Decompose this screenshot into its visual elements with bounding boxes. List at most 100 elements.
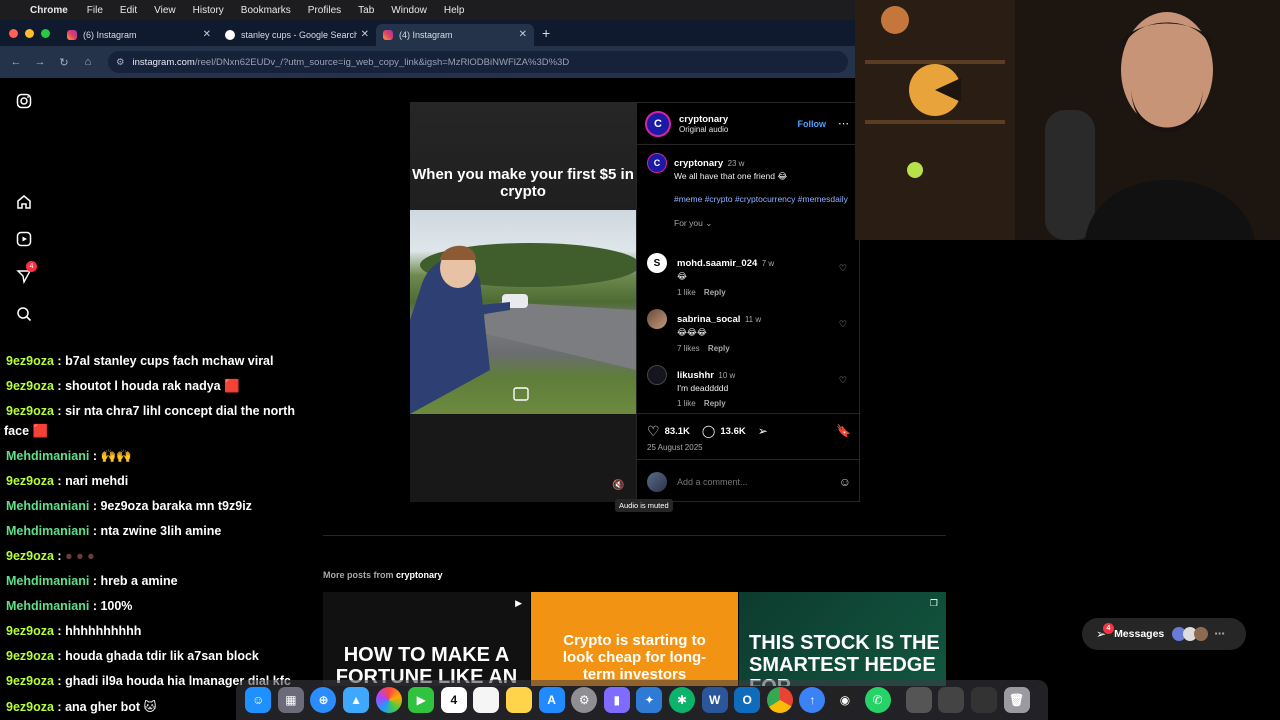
close-window-button[interactable] bbox=[9, 28, 18, 38]
chrome-icon[interactable] bbox=[766, 687, 793, 713]
app-icon[interactable]: ✱ bbox=[669, 687, 696, 713]
close-tab-icon[interactable]: ✕ bbox=[361, 29, 369, 40]
more-post-thumb[interactable]: ▶ HOW TO MAKE A FORTUNE LIKE AN EXCHANGE bbox=[323, 592, 530, 686]
back-icon[interactable]: ← bbox=[4, 56, 28, 68]
recent-window-icon[interactable] bbox=[938, 687, 965, 713]
calendar-icon[interactable]: 4 bbox=[440, 687, 467, 713]
tab-instagram-1[interactable]: (6) Instagram ✕ bbox=[60, 24, 218, 46]
notes-icon[interactable] bbox=[506, 687, 533, 713]
tab-instagram-active[interactable]: (4) Instagram ✕ bbox=[376, 23, 534, 46]
search-nav-icon[interactable] bbox=[14, 304, 34, 324]
commenter-username[interactable]: mohd.saamir_024 bbox=[677, 258, 757, 269]
direct-messages-nav-icon[interactable]: 4 bbox=[14, 261, 37, 286]
reminders-icon[interactable] bbox=[473, 687, 500, 713]
obs-icon[interactable]: ◉ bbox=[831, 687, 858, 713]
chat-username: 9ez9oza bbox=[6, 474, 54, 488]
author-username[interactable]: cryptonary bbox=[679, 114, 728, 125]
messages-button[interactable]: ➢ 4 Messages ⋯ bbox=[1082, 618, 1246, 650]
app-icon[interactable]: ↑ bbox=[799, 687, 826, 713]
site-info-icon[interactable]: ⚙ bbox=[116, 57, 125, 68]
menu-window[interactable]: Window bbox=[391, 5, 427, 16]
mute-icon[interactable]: 🔇 bbox=[612, 480, 624, 491]
comment-like-icon[interactable]: ♡ bbox=[839, 375, 847, 386]
comment-likes: 7 likes bbox=[677, 344, 700, 353]
whatsapp-icon[interactable]: ✆ bbox=[864, 687, 891, 713]
comment-like-icon[interactable]: ♡ bbox=[839, 319, 847, 330]
menu-edit[interactable]: Edit bbox=[120, 5, 137, 16]
photos-icon[interactable] bbox=[375, 687, 402, 713]
post-panel: C cryptonary Original audio Follow ⋯ C c… bbox=[636, 102, 860, 502]
forward-icon[interactable]: → bbox=[28, 56, 52, 68]
comment-sort-dropdown[interactable]: For you ⌄ bbox=[674, 218, 849, 229]
facetime-icon[interactable]: ▶ bbox=[408, 687, 435, 713]
menu-app-name[interactable]: Chrome bbox=[30, 5, 68, 16]
safari-icon[interactable]: ⊕ bbox=[310, 687, 337, 713]
trash-icon[interactable]: 🗑 bbox=[1003, 687, 1030, 713]
commenter-avatar[interactable] bbox=[647, 309, 667, 329]
maximize-window-button[interactable] bbox=[41, 28, 50, 38]
like-count[interactable]: 83.1K bbox=[665, 426, 690, 437]
author-avatar[interactable]: C bbox=[645, 110, 671, 137]
chat-message: 9ez9oza : shoutot l houda rak nadya 🟥 bbox=[6, 379, 240, 393]
maps-icon[interactable]: ▲ bbox=[343, 687, 370, 713]
menu-history[interactable]: History bbox=[193, 5, 224, 16]
emoji-icon[interactable]: ☺ bbox=[839, 475, 851, 489]
menu-file[interactable]: File bbox=[87, 5, 103, 16]
word-icon[interactable]: W bbox=[701, 687, 728, 713]
chat-text: 100% bbox=[100, 599, 133, 613]
system-settings-icon[interactable]: ⚙ bbox=[571, 687, 598, 713]
tab-google-search[interactable]: stanley cups - Google Search ✕ bbox=[218, 24, 376, 46]
save-icon[interactable]: 🔖 bbox=[836, 424, 851, 438]
chat-username: Mehdimaniani bbox=[6, 599, 90, 613]
tab-title: (4) Instagram bbox=[399, 29, 453, 40]
reply-button[interactable]: Reply bbox=[708, 344, 730, 353]
more-options-icon[interactable]: ⋯ bbox=[838, 117, 849, 130]
recent-window-icon[interactable] bbox=[905, 687, 932, 713]
reels-nav-icon[interactable] bbox=[14, 229, 34, 249]
commenter-username[interactable]: sabrina_socal bbox=[677, 314, 740, 325]
outlook-icon[interactable]: O bbox=[734, 687, 761, 713]
menu-help[interactable]: Help bbox=[444, 5, 465, 16]
instagram-logo-icon[interactable] bbox=[14, 91, 34, 111]
home-nav-icon[interactable] bbox=[14, 192, 34, 212]
like-icon[interactable]: ♡ bbox=[647, 423, 660, 440]
more-post-thumb[interactable]: Crypto is starting to look cheap for lon… bbox=[531, 592, 738, 686]
reload-icon[interactable]: ↻ bbox=[52, 56, 76, 69]
follow-button[interactable]: Follow bbox=[798, 119, 827, 129]
reel-video[interactable]: When you make your first $5 in crypto 🔇 bbox=[410, 102, 636, 502]
caption-hashtags[interactable]: #meme #crypto #cryptocurrency #memesdail… bbox=[674, 194, 849, 204]
menu-view[interactable]: View bbox=[154, 5, 176, 16]
finder-icon[interactable]: ☺ bbox=[245, 687, 272, 713]
comment-count[interactable]: 13.6K bbox=[720, 426, 745, 437]
recent-window-icon[interactable] bbox=[971, 687, 998, 713]
home-icon[interactable]: ⌂ bbox=[76, 56, 100, 68]
more-post-thumb[interactable]: ❐ THIS STOCK IS THE SMARTEST HEDGE FOR bbox=[739, 592, 946, 686]
more-posts-author[interactable]: cryptonary bbox=[396, 570, 443, 580]
app-icon[interactable]: ✦ bbox=[636, 687, 663, 713]
menu-tab[interactable]: Tab bbox=[358, 5, 374, 16]
messages-icon: ➢ 4 bbox=[1096, 623, 1114, 641]
caption-username[interactable]: cryptonary bbox=[674, 158, 723, 169]
comment-like-icon[interactable]: ♡ bbox=[839, 263, 847, 274]
close-tab-icon[interactable]: ✕ bbox=[519, 29, 527, 40]
reply-button[interactable]: Reply bbox=[704, 399, 726, 408]
launchpad-icon[interactable]: ▦ bbox=[277, 687, 304, 713]
commenter-avatar[interactable]: S bbox=[647, 253, 667, 273]
share-icon[interactable]: ➢ bbox=[758, 424, 768, 438]
commenter-avatar[interactable] bbox=[647, 365, 667, 385]
chat-username: 9ez9oza bbox=[6, 354, 54, 368]
comment-icon[interactable]: ◯ bbox=[702, 424, 715, 438]
menu-profiles[interactable]: Profiles bbox=[308, 5, 341, 16]
caption-avatar[interactable]: C bbox=[647, 153, 667, 173]
address-bar[interactable]: ⚙ instagram.com /reel/DNxn62EUDv_/?utm_s… bbox=[108, 51, 848, 73]
reply-button[interactable]: Reply bbox=[704, 288, 726, 297]
audio-label[interactable]: Original audio bbox=[679, 125, 728, 134]
new-tab-icon[interactable]: + bbox=[542, 25, 550, 41]
minimize-window-button[interactable] bbox=[25, 28, 34, 38]
app-store-icon[interactable]: A bbox=[538, 687, 565, 713]
menu-bookmarks[interactable]: Bookmarks bbox=[241, 5, 291, 16]
close-tab-icon[interactable]: ✕ bbox=[203, 29, 211, 40]
commenter-username[interactable]: likushhr bbox=[677, 370, 714, 381]
app-icon[interactable]: ▮ bbox=[603, 687, 630, 713]
comment-input[interactable] bbox=[677, 477, 827, 487]
